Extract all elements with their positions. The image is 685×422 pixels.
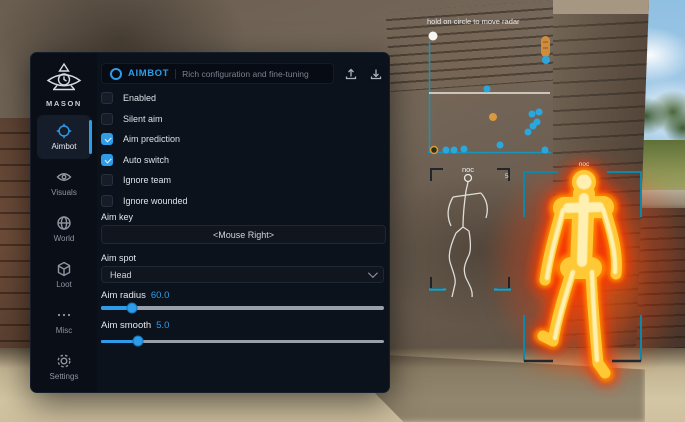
globe-icon: [56, 215, 72, 231]
aim-key-button[interactable]: <Mouse Right>: [101, 225, 386, 244]
checkbox-label: Ignore team: [123, 175, 171, 185]
checkbox-row-ignore-wounded[interactable]: Ignore wounded: [101, 193, 384, 209]
cube-icon: [56, 261, 72, 277]
checkbox[interactable]: [101, 133, 113, 145]
checkbox[interactable]: [101, 195, 113, 207]
sidebar-item-label: Visuals: [51, 188, 77, 197]
checkbox-row-aim-prediction[interactable]: Aim prediction: [101, 131, 384, 147]
aim-spot-select[interactable]: Head: [101, 266, 384, 283]
sidebar: MASON Aimbot Visuals World Loot Misc Settings: [31, 53, 97, 392]
header-row: AIMBOT Rich configuration and fine-tunin…: [101, 63, 384, 84]
menu-content: AIMBOT Rich configuration and fine-tunin…: [97, 53, 389, 392]
glow-reflection: [495, 340, 675, 386]
left-brick-wall: [0, 118, 34, 354]
aim-spot-label: Aim spot: [101, 253, 384, 263]
checkbox-row-silent-aim[interactable]: Silent aim: [101, 111, 384, 127]
page-title: AIMBOT: [128, 68, 169, 79]
sidebar-item-settings[interactable]: Settings: [37, 345, 91, 389]
eye-icon: [56, 169, 72, 185]
checkbox[interactable]: [101, 154, 113, 166]
sidebar-item-misc[interactable]: Misc: [37, 299, 91, 343]
brand: MASON: [43, 62, 85, 108]
aim-smooth-label: Aim smooth: [101, 320, 151, 331]
gear-icon: [56, 353, 72, 369]
checkbox-row-auto-switch[interactable]: Auto switch: [101, 152, 384, 168]
chevron-down-icon: [368, 268, 378, 278]
sidebar-item-loot[interactable]: Loot: [37, 253, 91, 297]
aim-radius-slider[interactable]: [101, 306, 384, 310]
import-config-button[interactable]: [367, 65, 384, 82]
aimbot-ring-icon: [110, 68, 122, 80]
checkbox[interactable]: [101, 174, 113, 186]
checkbox-label: Enabled: [123, 93, 156, 103]
checkbox[interactable]: [101, 113, 113, 125]
export-config-button[interactable]: [342, 65, 359, 82]
dots-icon: [56, 307, 72, 323]
sidebar-item-label: Loot: [56, 280, 72, 289]
checkbox-label: Aim prediction: [123, 134, 180, 144]
aim-smooth-slider[interactable]: [101, 340, 384, 344]
sidebar-item-aimbot[interactable]: Aimbot: [37, 115, 91, 159]
nav-list: Aimbot Visuals World Loot Misc Settings: [31, 114, 97, 390]
aim-radius-label: Aim radius: [101, 290, 146, 301]
crosshair-icon: [56, 123, 72, 139]
aim-smooth-value: 5.0: [156, 320, 169, 331]
aim-radius-label-row: Aim radius 60.0: [101, 290, 384, 301]
download-icon: [370, 68, 382, 80]
checkbox-label: Auto switch: [123, 155, 169, 165]
page-subtitle: Rich configuration and fine-tuning: [182, 69, 309, 79]
aim-key-label: Aim key: [101, 212, 384, 222]
sidebar-item-label: Misc: [56, 326, 72, 335]
aim-spot-value: Head: [110, 270, 368, 280]
sidebar-item-label: World: [54, 234, 75, 243]
aim-radius-value: 60.0: [151, 290, 170, 301]
aim-smooth-label-row: Aim smooth 5.0: [101, 320, 384, 331]
cheat-menu-window: MASON Aimbot Visuals World Loot Misc Settings…: [30, 52, 390, 393]
sidebar-item-world[interactable]: World: [37, 207, 91, 251]
sidebar-item-label: Aimbot: [52, 142, 77, 151]
brand-label: MASON: [46, 99, 82, 108]
upload-icon: [345, 68, 357, 80]
checkbox-row-ignore-team[interactable]: Ignore team: [101, 172, 384, 188]
checkbox[interactable]: [101, 92, 113, 104]
header-divider: [175, 69, 176, 79]
checkbox-label: Silent aim: [123, 114, 163, 124]
brick-courses: [385, 0, 565, 92]
checkbox-row-enabled[interactable]: Enabled: [101, 90, 384, 106]
checkbox-label: Ignore wounded: [123, 196, 188, 206]
slider-thumb[interactable]: [132, 336, 143, 347]
header-box: AIMBOT Rich configuration and fine-tunin…: [101, 63, 334, 84]
mason-eye-logo: [43, 62, 85, 96]
slider-thumb[interactable]: [127, 302, 138, 313]
sidebar-item-label: Settings: [50, 372, 79, 381]
sidebar-item-visuals[interactable]: Visuals: [37, 161, 91, 205]
